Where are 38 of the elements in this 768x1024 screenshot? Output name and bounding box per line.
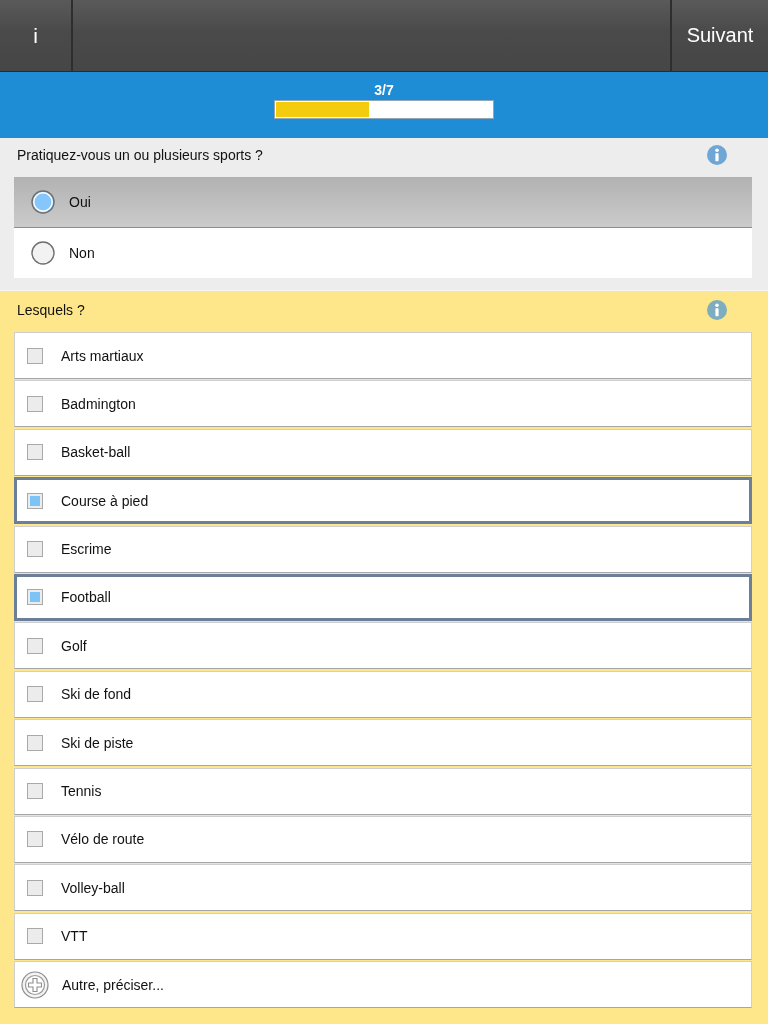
- question-text: Lesquels ?: [17, 302, 85, 318]
- radio-button[interactable]: [31, 241, 55, 265]
- option-row[interactable]: Vélo de route: [14, 815, 752, 863]
- option-row[interactable]: Football: [14, 573, 752, 621]
- option-row[interactable]: VTT: [14, 912, 752, 960]
- option-row[interactable]: Oui: [14, 177, 752, 228]
- checkbox[interactable]: [27, 444, 43, 461]
- checkbox[interactable]: [27, 783, 43, 799]
- plus-circle-icon: [21, 970, 49, 999]
- checkbox[interactable]: [27, 541, 43, 558]
- checkbox[interactable]: [27, 637, 43, 654]
- option-row[interactable]: Volley-ball: [14, 864, 752, 912]
- checkbox[interactable]: [27, 734, 43, 751]
- option-row[interactable]: Golf: [14, 622, 752, 670]
- checkbox[interactable]: [27, 347, 43, 364]
- option-row[interactable]: Ski de fond: [14, 670, 752, 718]
- option-row[interactable]: Escrime: [14, 525, 752, 573]
- checkbox[interactable]: [27, 589, 43, 606]
- checkbox[interactable]: [27, 686, 43, 703]
- checkbox[interactable]: [27, 831, 43, 848]
- checkbox[interactable]: [27, 879, 43, 896]
- option-row[interactable]: Course à pied: [14, 477, 752, 525]
- checkbox[interactable]: [27, 395, 43, 412]
- checkbox[interactable]: [27, 928, 43, 945]
- add-other-button[interactable]: Autre, préciser...: [14, 961, 752, 1009]
- checkbox[interactable]: [27, 492, 43, 509]
- option-row[interactable]: Tennis: [14, 767, 752, 815]
- info-button[interactable]: i: [0, 0, 71, 71]
- radio-button[interactable]: [31, 190, 55, 214]
- next-button[interactable]: Suivant: [672, 0, 768, 71]
- option-row[interactable]: Ski de piste: [14, 719, 752, 767]
- question-text: Pratiquez-vous un ou plusieurs sports ?: [17, 146, 263, 163]
- info-icon[interactable]: [707, 300, 727, 320]
- progress-label: 3/7: [374, 82, 394, 100]
- option-row[interactable]: Basket-ball: [14, 428, 752, 476]
- info-icon[interactable]: [707, 144, 727, 165]
- option-row[interactable]: Arts martiaux: [14, 332, 752, 379]
- option-row[interactable]: Badmington: [14, 380, 752, 428]
